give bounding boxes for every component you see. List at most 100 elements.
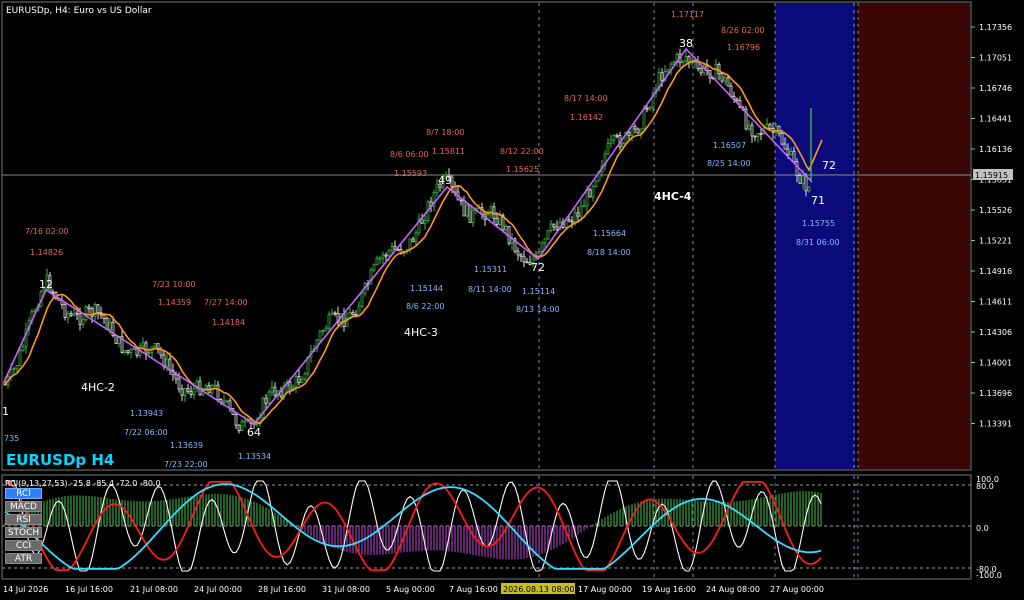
- annotation-red: 8/12 22:00: [500, 147, 544, 156]
- candle-body: [213, 384, 217, 387]
- price-tick-label: 1.17356: [979, 23, 1012, 32]
- price-axis[interactable]: 1.173561.170511.167461.164411.161361.158…: [971, 23, 1012, 429]
- annotation-red: 1.16142: [570, 113, 603, 122]
- candle-body: [801, 175, 805, 184]
- candle-body: [270, 386, 274, 393]
- candle-body: [15, 365, 19, 370]
- candle-body: [204, 385, 208, 390]
- indicator-button-cci[interactable]: CCI: [5, 540, 42, 551]
- candle-body: [591, 185, 595, 198]
- candle-body: [699, 68, 703, 74]
- annotation-blue: 1.15144: [410, 284, 443, 293]
- annotation-blue: 7/22 06:00: [124, 428, 168, 437]
- annotation-red: 1.15625: [506, 165, 539, 174]
- cycle-label-4hc2: 4HC-2: [81, 381, 115, 394]
- candle-body: [567, 219, 571, 222]
- price-tick-label: 1.14916: [979, 267, 1012, 276]
- candle-body: [144, 342, 148, 354]
- candle-body: [735, 98, 739, 102]
- chart-title: EURUSDp, H4: Euro vs US Dollar: [6, 6, 152, 16]
- wave-label-71: 71: [811, 194, 825, 207]
- candle-body: [642, 107, 646, 130]
- candle-body: [639, 128, 643, 134]
- candle-body: [753, 135, 757, 138]
- trading-chart-window[interactable]: EURUSDp, H4: Euro vs US Dollar EURUSDp H…: [0, 0, 1024, 600]
- time-tick-label: 17 Aug 00:00: [578, 585, 632, 594]
- annotation-blue: 1.15664: [593, 229, 626, 238]
- candle-body: [804, 175, 808, 192]
- indicator-button-atr[interactable]: ATR: [5, 553, 42, 564]
- candle-body: [180, 388, 184, 396]
- candle-body: [498, 214, 502, 225]
- candle-body: [78, 313, 82, 325]
- candle-body: [297, 376, 301, 383]
- wave-label-72a: 72: [531, 261, 545, 274]
- candle-body: [375, 257, 379, 265]
- indicator-header: RCI(9,13,27,53) -25.8 -85.4 -72.0 -80.0: [5, 479, 161, 488]
- candle-body: [495, 217, 499, 225]
- time-axis[interactable]: 14 Jul 2026 16 Jul 16:00 21 Jul 08:00 24 Ju…: [3, 585, 824, 594]
- candle-body: [666, 68, 670, 73]
- candle-body: [468, 204, 472, 223]
- candle-body: [186, 388, 190, 392]
- candle-body: [321, 330, 325, 333]
- candle-body: [540, 242, 544, 252]
- candle-body: [69, 313, 73, 316]
- candle-body: [576, 212, 580, 217]
- candle-body: [243, 420, 247, 423]
- candle-body: [333, 312, 337, 315]
- indicator-panel-background[interactable]: [1, 474, 972, 580]
- indicator-button-macd[interactable]: MACD: [5, 501, 42, 512]
- annotation-blue: 7/23 22:00: [164, 460, 208, 469]
- indicator-button-rsi[interactable]: RSI: [5, 514, 42, 525]
- candle-body: [63, 304, 67, 318]
- candle-body: [792, 151, 796, 163]
- candle-body: [288, 381, 292, 392]
- annotation-blue: 8/6 22:00: [406, 302, 444, 311]
- candle-body: [129, 349, 133, 354]
- candle-body: [84, 306, 88, 321]
- candle-body: [192, 388, 196, 395]
- candle-body: [222, 400, 226, 403]
- annotation-blue: 1.13534: [238, 452, 271, 461]
- time-tick-label: 7 Aug 16:00: [449, 585, 498, 594]
- candle-body: [240, 421, 244, 432]
- candle-body: [327, 314, 331, 329]
- candle-body: [780, 132, 784, 145]
- cycle-label-4hc3: 4HC-3: [404, 326, 438, 339]
- indicator-level-label: 80.0: [976, 482, 994, 491]
- candle-body: [273, 386, 277, 396]
- candle-body: [384, 254, 388, 257]
- price-tick-label: 1.17051: [979, 54, 1012, 63]
- candle-body: [132, 347, 136, 350]
- annotation-red: 7/23 10:00: [152, 280, 196, 289]
- time-tick-label: 21 Jul 08:00: [130, 585, 178, 594]
- candle-body: [606, 142, 610, 155]
- candle-body: [465, 204, 469, 217]
- candle-body: [573, 212, 577, 223]
- candle-body: [414, 232, 418, 243]
- time-tick-label: 19 Aug 16:00: [642, 585, 696, 594]
- candle-body: [105, 317, 109, 330]
- indicator-button-rci[interactable]: RCI: [5, 488, 42, 499]
- time-tick-label: 14 Jul 2026: [3, 585, 48, 594]
- candle-body: [612, 135, 616, 141]
- candle-body: [12, 368, 16, 371]
- candle-body: [615, 135, 619, 137]
- candle-body: [750, 124, 754, 137]
- candle-body: [390, 246, 394, 252]
- annotation-blue: 1.13639: [170, 441, 203, 450]
- candle-body: [51, 291, 55, 294]
- annotation-blue: 1.15114: [522, 287, 555, 296]
- candle-body: [588, 189, 592, 198]
- indicator-button-stoch[interactable]: STOCH: [5, 527, 42, 538]
- candle-body: [165, 358, 169, 368]
- annotation-blue: 8/18 14:00: [587, 248, 631, 257]
- time-tick-label: 24 Jul 00:00: [194, 585, 242, 594]
- candle-body: [147, 351, 151, 354]
- annotation-red: 1.14184: [212, 318, 245, 327]
- candle-body: [114, 335, 118, 344]
- candle-body: [318, 331, 322, 341]
- candle-body: [72, 312, 76, 316]
- candle-body: [225, 400, 229, 403]
